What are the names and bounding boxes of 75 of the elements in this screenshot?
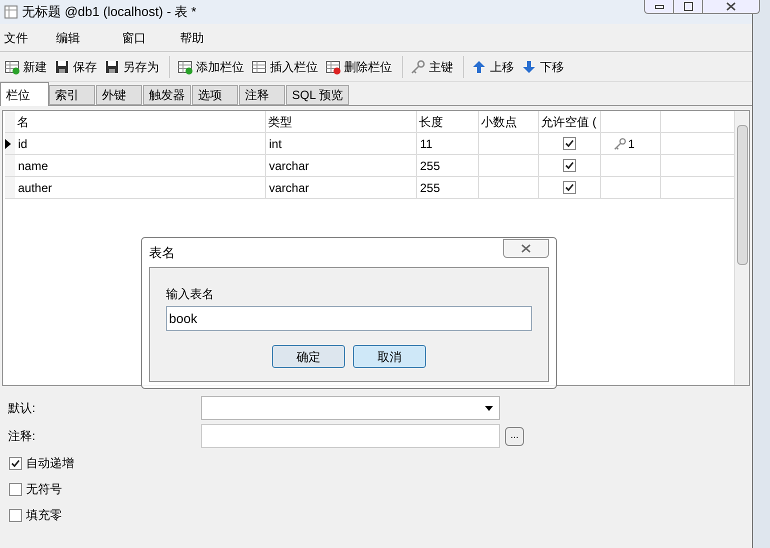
tab[interactable]: 选项: [192, 85, 238, 105]
checkbox[interactable]: [563, 181, 576, 194]
column-header: 名: [15, 111, 266, 132]
close-icon: [726, 2, 736, 11]
table-plus-icon: [177, 58, 193, 74]
key-icon: [613, 136, 627, 150]
field-label: 注释:: [8, 428, 36, 445]
arrow-up-icon: [471, 58, 487, 74]
checkbox[interactable]: [563, 159, 576, 172]
table-cell: auther: [15, 177, 266, 198]
toolbar-button[interactable]: 上移: [469, 54, 516, 78]
row-header[interactable]: [5, 133, 15, 154]
table-name-input[interactable]: book: [166, 306, 532, 331]
ok-button[interactable]: 确定: [272, 345, 345, 368]
table-cell: 11: [417, 133, 479, 154]
close-button[interactable]: [503, 239, 549, 258]
menu-item[interactable]: 编辑: [52, 28, 84, 46]
key-order: 1: [628, 136, 635, 152]
table-cell: varchar: [266, 155, 417, 176]
checkbox-label: 无符号: [26, 481, 62, 498]
field-label: 默认:: [8, 400, 36, 417]
minimize-icon: [654, 4, 664, 8]
toolbar-button[interactable]: 新建: [2, 54, 49, 78]
table-cell: int: [266, 133, 417, 154]
checkbox[interactable]: [9, 508, 22, 522]
toolbar-button[interactable]: 下移: [519, 54, 566, 78]
table-cell: name: [15, 155, 266, 176]
column-header: 长度: [417, 111, 479, 132]
window-title: 无标题 @db1 (localhost) - 表 *: [22, 3, 196, 22]
checkmark-icon: [565, 161, 574, 170]
tab[interactable]: 栏位: [0, 82, 49, 106]
caret-icon: [485, 406, 493, 410]
row-pointer-icon: [5, 138, 11, 148]
close-icon: [521, 244, 531, 253]
tab[interactable]: 触发器: [143, 85, 191, 105]
toolbar-button[interactable]: 另存为: [102, 54, 161, 78]
arrow-down-icon: [521, 58, 537, 74]
column-header: 允许空值 (: [539, 111, 601, 132]
field-label: 输入表名: [166, 286, 215, 303]
checkmark-icon: [565, 139, 574, 148]
toolbar-button[interactable]: 主键: [408, 54, 455, 78]
toolbar-button[interactable]: 插入栏位: [249, 54, 320, 78]
checkbox-label: 自动递增: [26, 455, 74, 472]
table-cell: 255: [417, 155, 479, 176]
table-cell: varchar: [266, 177, 417, 198]
table-cell: 255: [417, 177, 479, 198]
tab[interactable]: 外键: [96, 85, 142, 105]
table-plus-icon: [4, 58, 20, 74]
toolbar-button[interactable]: 添加栏位: [175, 54, 246, 78]
checkbox-label: 填充零: [26, 507, 62, 524]
column-header: 小数点: [479, 111, 539, 132]
checkbox[interactable]: [9, 456, 22, 470]
more-button[interactable]: ...: [505, 426, 524, 446]
table-icon: [251, 58, 267, 74]
table-cell: id: [15, 133, 266, 154]
table-delete-icon: [325, 58, 341, 74]
column-header: 类型: [266, 111, 417, 132]
tab[interactable]: 索引: [49, 85, 95, 105]
maximize-icon: [684, 2, 692, 11]
toolbar-button[interactable]: 删除栏位: [323, 54, 394, 78]
checkbox[interactable]: [9, 482, 22, 496]
toolbar-button[interactable]: 保存: [52, 54, 99, 78]
cancel-button[interactable]: 取消: [353, 345, 426, 368]
table-icon: [4, 5, 18, 19]
comment-field[interactable]: [201, 424, 500, 448]
tab[interactable]: 注释: [239, 85, 285, 105]
menu-item[interactable]: 帮助: [176, 28, 208, 46]
checkbox[interactable]: [563, 137, 576, 150]
dialog-title: 表名: [149, 244, 175, 262]
tab[interactable]: SQL 预览: [286, 85, 349, 105]
checkmark-icon: [565, 183, 574, 192]
key-icon: [410, 58, 426, 74]
checkmark-icon: [11, 458, 20, 468]
menu-item[interactable]: 文件: [0, 28, 32, 46]
menu-item[interactable]: 窗口: [104, 28, 176, 46]
